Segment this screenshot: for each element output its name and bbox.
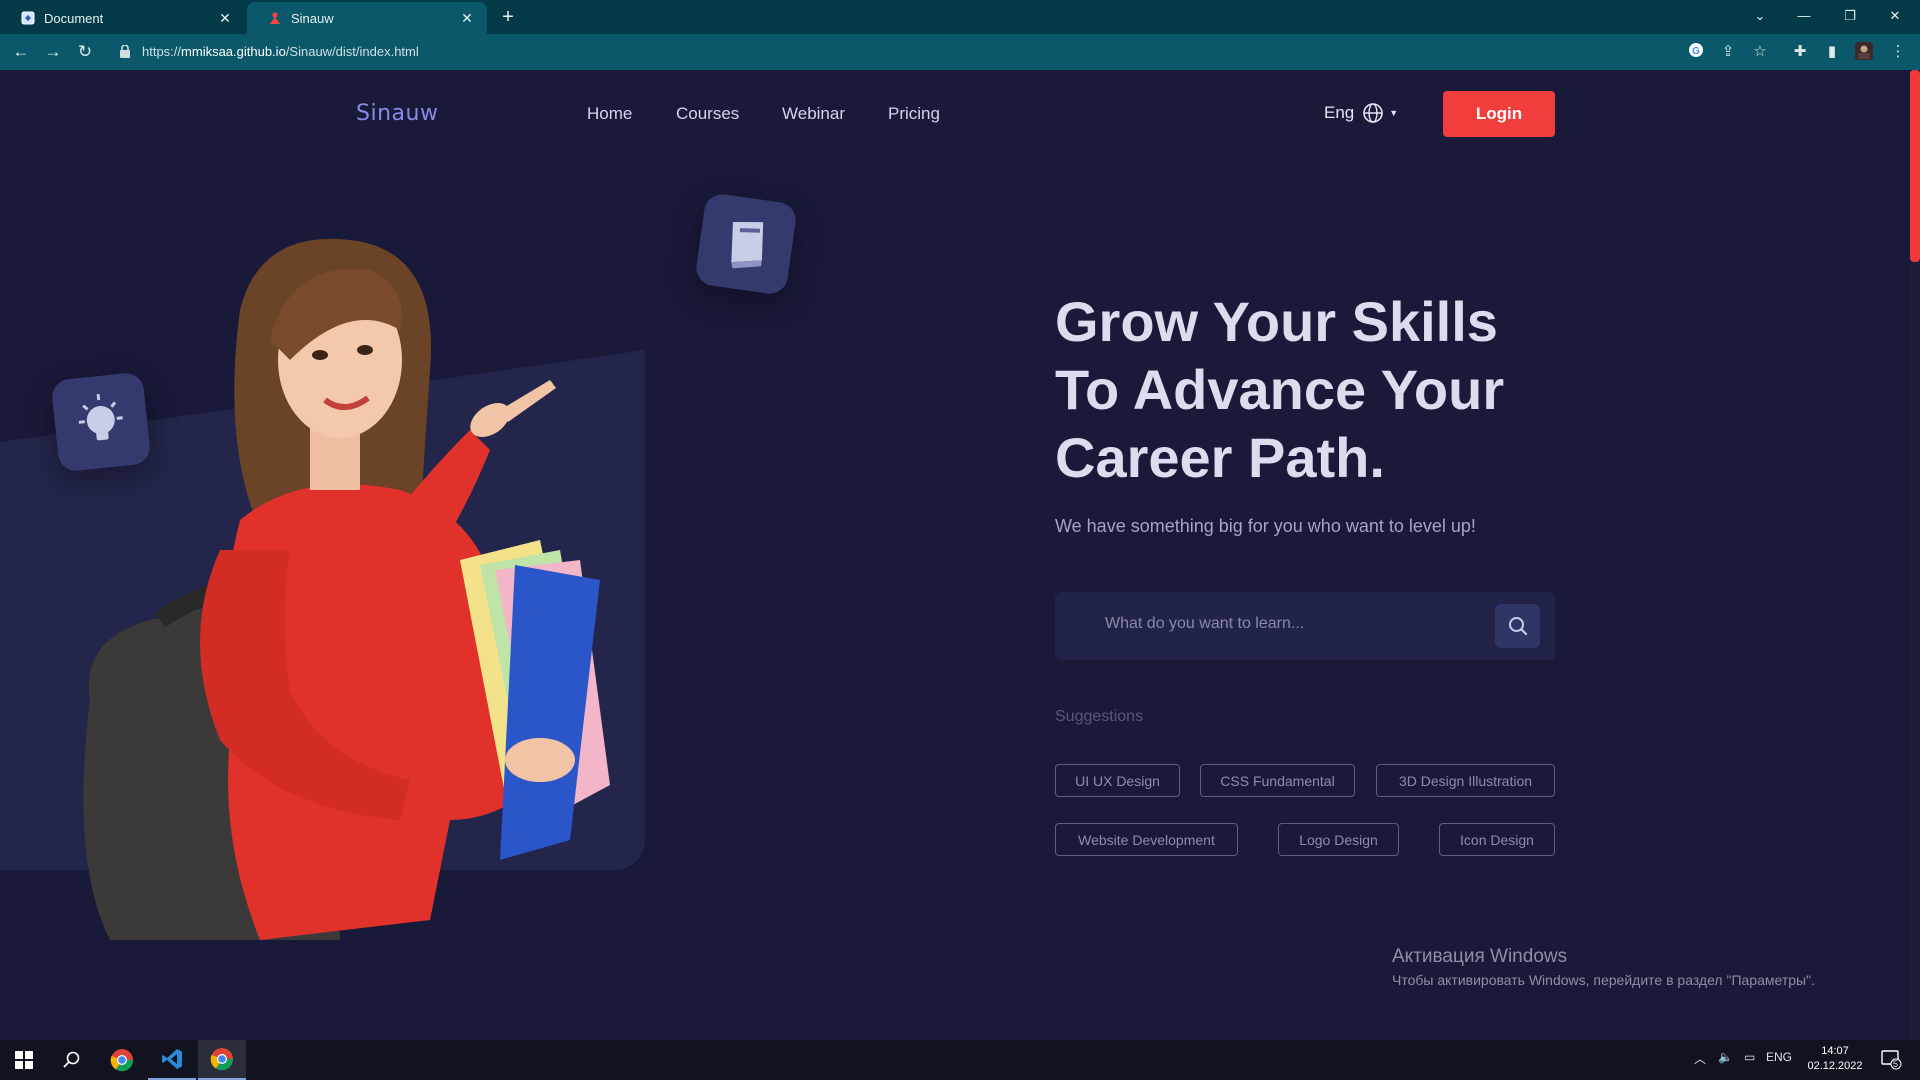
search-icon <box>1508 617 1527 636</box>
page-scrollbar[interactable] <box>1910 70 1920 1040</box>
chrome-active-icon[interactable] <box>198 1040 246 1080</box>
nav-link-webinar[interactable]: Webinar <box>782 104 845 124</box>
tab-title: Document <box>44 10 104 26</box>
scrollbar-thumb[interactable] <box>1910 70 1920 262</box>
site-logo[interactable]: Sinauw <box>356 101 438 126</box>
taskbar-clock[interactable]: 14:07 02.12.2022 <box>1800 1044 1870 1074</box>
nav-link-courses[interactable]: Courses <box>676 104 739 124</box>
address-bar[interactable]: https://mmiksaa.github.io/Sinauw/dist/in… <box>110 38 1710 66</box>
close-tab-icon[interactable]: ✕ <box>217 10 233 26</box>
suggestion-chip[interactable]: CSS Fundamental <box>1200 764 1355 797</box>
svg-text:G: G <box>1692 46 1700 57</box>
vscode-icon[interactable] <box>148 1040 196 1080</box>
close-tab-icon[interactable]: ✕ <box>459 10 475 26</box>
sinauw-favicon-icon <box>267 10 283 26</box>
headline-line: Career Path. <box>1055 426 1385 489</box>
headline-line: Grow Your Skills <box>1055 290 1498 353</box>
search-icon[interactable] <box>48 1040 96 1080</box>
hero-headline: Grow Your Skills To Advance Your Career … <box>1055 288 1615 492</box>
network-icon[interactable]: ▭ <box>1744 1050 1755 1064</box>
tab-search-icon[interactable]: ⌄ <box>1747 4 1773 28</box>
chevron-down-icon: ▼ <box>1389 108 1399 118</box>
tab-title: Sinauw <box>291 10 334 26</box>
tray-chevron-up-icon[interactable]: ︿ <box>1694 1050 1706 1067</box>
windows-start-icon[interactable] <box>0 1040 48 1080</box>
tab-document[interactable]: Document ✕ <box>0 2 245 34</box>
forward-icon[interactable]: → <box>42 41 64 63</box>
page-viewport: Sinauw Home Courses Webinar Pricing Eng … <box>0 70 1920 1040</box>
tab-sinauw[interactable]: Sinauw ✕ <box>247 2 487 34</box>
input-language[interactable]: ENG <box>1766 1050 1792 1064</box>
share-icon[interactable]: ⇪ <box>1718 42 1738 62</box>
suggestion-chip[interactable]: Website Development <box>1055 823 1238 856</box>
browser-tab-bar: Document ✕ Sinauw ✕ + ⌄ — ❐ ✕ <box>0 0 1920 34</box>
minimize-icon[interactable]: — <box>1791 4 1817 28</box>
search-button[interactable] <box>1495 604 1540 648</box>
bookmark-star-icon[interactable]: ☆ <box>1750 42 1770 62</box>
headline-line: To Advance Your <box>1055 358 1505 421</box>
side-panel-icon[interactable]: ▮ <box>1822 42 1842 62</box>
chrome-icon[interactable] <box>98 1040 146 1080</box>
windows-activation-watermark: Активация Windows Чтобы активировать Win… <box>1392 946 1815 988</box>
activation-title: Активация Windows <box>1392 946 1568 967</box>
suggestion-chip[interactable]: Icon Design <box>1439 823 1555 856</box>
suggestion-chip[interactable]: UI UX Design <box>1055 764 1180 797</box>
nav-link-home[interactable]: Home <box>587 104 632 124</box>
suggestions-label: Suggestions <box>1055 708 1144 725</box>
language-label: Eng <box>1324 103 1355 122</box>
search-bar <box>1055 592 1555 660</box>
search-input[interactable] <box>1105 615 1485 633</box>
notifications-icon[interactable]: 5 <box>1880 1048 1902 1073</box>
extensions-icon[interactable]: ✚ <box>1790 42 1810 62</box>
activation-subtitle: Чтобы активировать Windows, перейдите в … <box>1392 972 1815 988</box>
browser-menu-icon[interactable]: ⋮ <box>1888 42 1908 62</box>
lock-icon <box>120 45 130 58</box>
restore-icon[interactable]: ❐ <box>1837 4 1863 28</box>
back-icon[interactable]: ← <box>10 41 32 63</box>
suggestion-chip[interactable]: 3D Design Illustration <box>1376 764 1555 797</box>
browser-toolbar: ← → ↻ https://mmiksaa.github.io/Sinauw/d… <box>0 34 1920 70</box>
suggestion-chip[interactable]: Logo Design <box>1278 823 1399 856</box>
volume-icon[interactable]: 🔈 <box>1718 1050 1733 1064</box>
nav-link-pricing[interactable]: Pricing <box>888 104 940 124</box>
close-window-icon[interactable]: ✕ <box>1882 4 1908 28</box>
clock-time: 14:07 <box>1821 1045 1849 1057</box>
clock-date: 02.12.2022 <box>1807 1060 1863 1072</box>
google-icon[interactable]: G <box>1686 42 1706 62</box>
new-tab-icon[interactable]: + <box>496 6 520 30</box>
profile-avatar[interactable] <box>1854 42 1874 62</box>
student-illustration <box>83 238 610 940</box>
login-button[interactable]: Login <box>1443 91 1555 137</box>
url-text: https://mmiksaa.github.io/Sinauw/dist/in… <box>142 44 419 59</box>
document-favicon-icon <box>20 10 36 26</box>
notification-count: 5 <box>1893 1059 1899 1069</box>
windows-taskbar: ︿ 🔈 ▭ ENG 14:07 02.12.2022 5 <box>0 1040 1920 1080</box>
globe-icon <box>1363 103 1384 123</box>
reload-icon[interactable]: ↻ <box>74 41 96 63</box>
hero-subtitle: We have something big for you who want t… <box>1055 516 1476 536</box>
language-selector[interactable]: Eng ▼ <box>1324 102 1398 124</box>
